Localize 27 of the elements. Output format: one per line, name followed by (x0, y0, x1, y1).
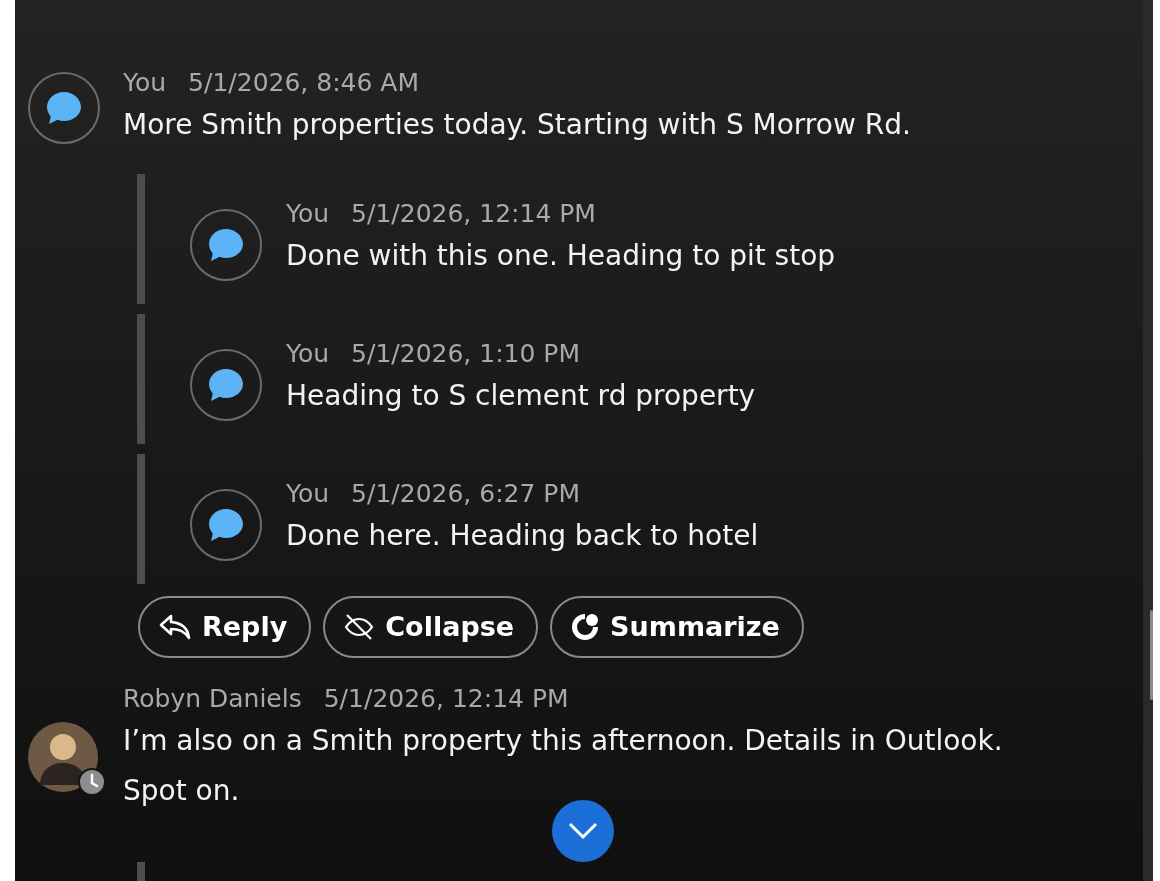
message-text: I’m also on a Smith property this afternoon. Details in Outlook. Spot on. (123, 723, 1004, 809)
chat-bubble-icon (208, 368, 244, 402)
message-text: More Smith properties today. Starting with S Morrow Rd. (123, 107, 911, 143)
timestamp: 5/1/2026, 12:14 PM (323, 684, 569, 713)
timestamp: 5/1/2026, 6:27 PM (351, 479, 580, 508)
reply-arrow-icon (158, 613, 192, 641)
message-text: Heading to S clement rd property (286, 378, 756, 414)
author-name: You (286, 479, 330, 508)
chat-bubble-icon (208, 228, 244, 262)
timestamp: 5/1/2026, 12:14 PM (351, 199, 596, 228)
timestamp: 5/1/2026, 1:10 PM (351, 339, 580, 368)
author-name: Robyn Daniels (123, 684, 302, 713)
scrollbar-thumb[interactable] (1150, 610, 1153, 700)
chevron-down-icon (568, 822, 598, 840)
chat-bubble-icon (46, 91, 82, 125)
timestamp: 5/1/2026, 8:46 AM (188, 68, 420, 97)
chat-bubble-icon (208, 508, 244, 542)
message-text: Done here. Heading back to hotel (286, 518, 759, 554)
message-text: Done with this one. Heading to pit stop (286, 238, 836, 274)
summarize-icon (570, 612, 601, 642)
reply-button[interactable]: Reply (138, 596, 312, 658)
collapse-button[interactable]: Collapse (323, 596, 539, 658)
eye-slash-icon (343, 613, 376, 641)
author-name: You (123, 68, 167, 97)
author-name: You (286, 199, 330, 228)
author-name: You (286, 339, 330, 368)
summarize-button[interactable]: Summarize (550, 596, 804, 658)
